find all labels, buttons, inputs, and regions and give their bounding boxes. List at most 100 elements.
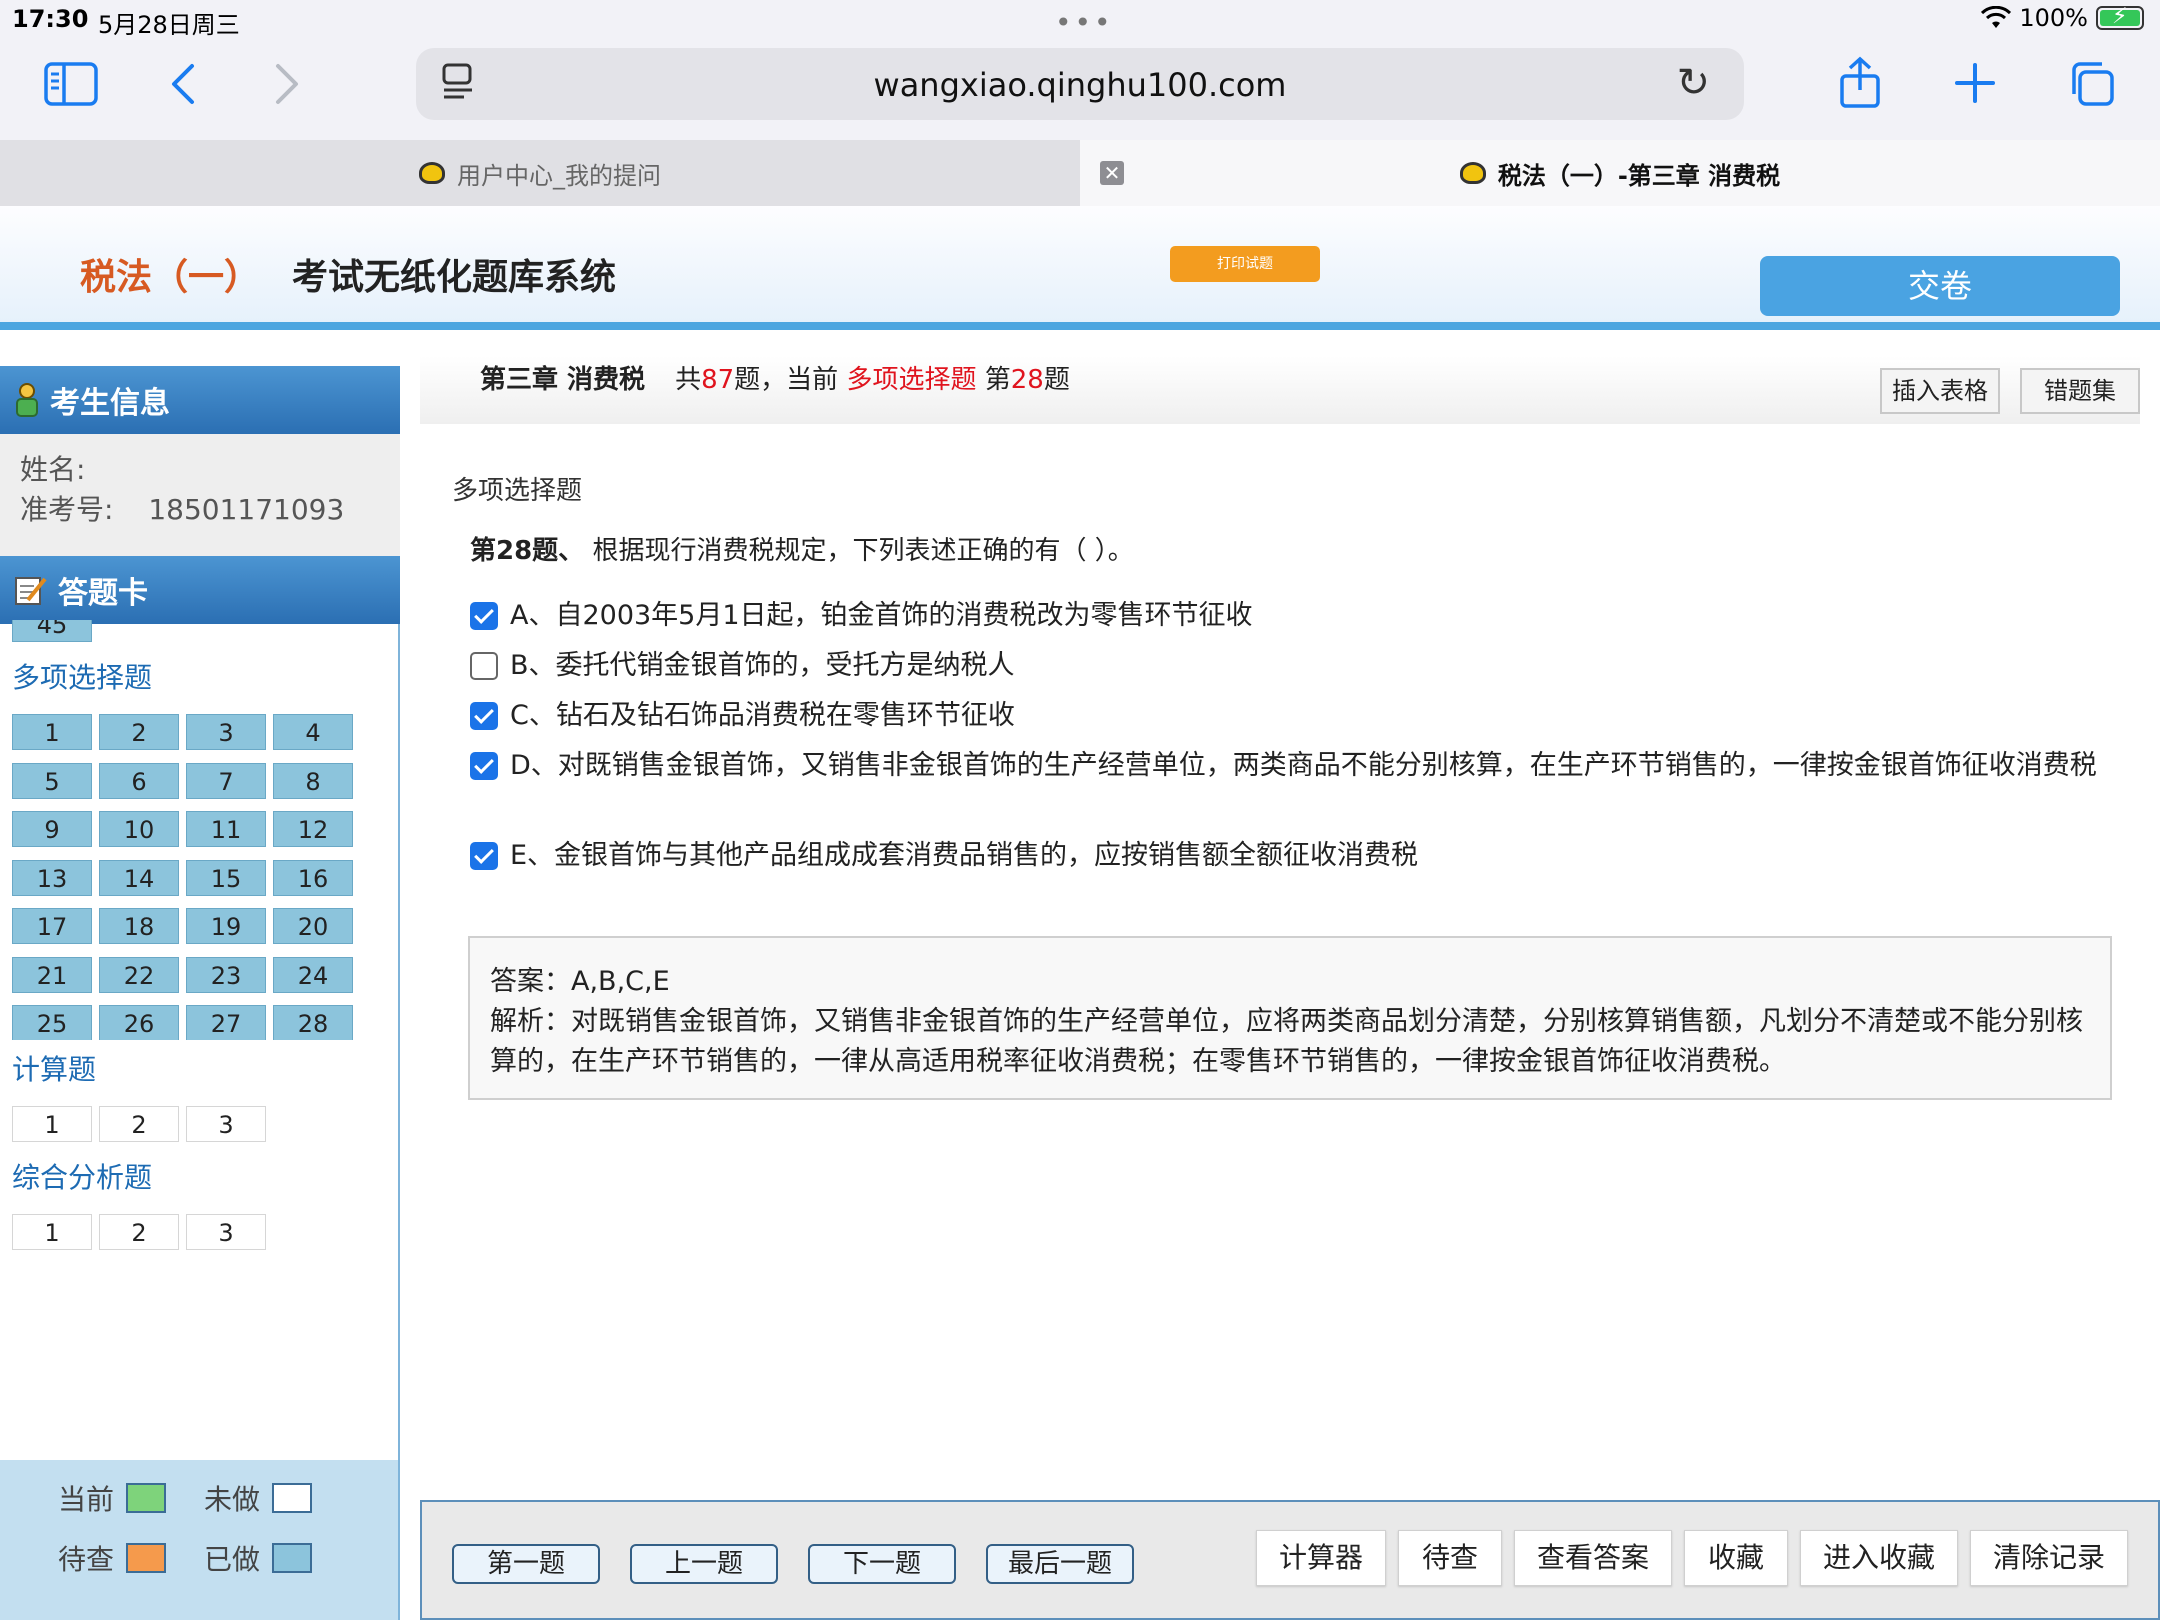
total-count: 87 [701, 365, 735, 395]
tab-user-center[interactable]: 用户中心_我的提问 [0, 140, 1080, 206]
back-icon[interactable] [168, 62, 198, 106]
last-question-button[interactable]: 最后一题 [986, 1544, 1134, 1584]
option-a[interactable]: A、自2003年5月1日起，铂金首饰的消费税改为零售环节征收 [470, 596, 2110, 636]
enter-favorites-button[interactable]: 进入收藏 [1800, 1530, 1958, 1586]
option-c-checkbox[interactable] [470, 702, 498, 730]
question-cell[interactable]: 3 [186, 1214, 266, 1250]
question-cell[interactable]: 2 [99, 714, 179, 750]
question-cell[interactable]: 23 [186, 956, 266, 993]
legend-done: 已做 [204, 1538, 313, 1578]
question-cell[interactable]: 6 [99, 762, 179, 799]
battery-icon: ⚡ [2096, 4, 2144, 30]
question-cell[interactable]: 16 [273, 859, 353, 896]
reload-icon[interactable]: ↻ [1676, 60, 1710, 106]
tab-close-icon[interactable]: ✕ [1100, 161, 1124, 185]
address-bar[interactable]: wangxiao.qinghu100.com ↻ [416, 48, 1744, 120]
next-question-button[interactable]: 下一题 [808, 1544, 956, 1584]
question-cell[interactable]: 3 [186, 714, 266, 750]
mark-pending-button[interactable]: 待查 [1398, 1530, 1502, 1586]
question-cell[interactable]: 20 [273, 908, 353, 944]
question-cell[interactable]: 14 [99, 859, 179, 896]
multitask-dots-icon[interactable]: ••• [1055, 6, 1114, 39]
question-cell[interactable]: 25 [12, 1005, 92, 1041]
sidebar-toggle-icon[interactable] [44, 62, 98, 106]
question-cell[interactable]: 24 [273, 956, 353, 993]
legend-current-label: 当前 [58, 1483, 115, 1516]
favorite-button[interactable]: 收藏 [1684, 1530, 1788, 1586]
question-cell[interactable]: 15 [186, 859, 266, 896]
wrong-set-button[interactable]: 错题集 [2020, 368, 2140, 414]
question-cell[interactable]: 1 [12, 1214, 92, 1250]
question-cell[interactable]: 9 [12, 811, 92, 847]
tab-tax-law[interactable]: 税法（一）-第三章 消费税 [1080, 140, 2160, 206]
option-c[interactable]: C、钻石及钻石饰品消费税在零售环节征收 [470, 696, 2110, 736]
share-icon[interactable] [1838, 56, 1882, 110]
option-d[interactable]: D、对既销售金银首饰，又销售非金银首饰的生产经营单位，两类商品不能分别核算，在生… [470, 746, 2110, 786]
candidate-info: 姓名: 准考号: 18501171093 [0, 434, 400, 556]
question-cell[interactable]: 1 [12, 714, 92, 750]
legend-undone-swatch [272, 1483, 313, 1513]
question-cell[interactable]: 18 [99, 908, 179, 944]
question-cell[interactable]: 10 [99, 811, 179, 847]
insert-table-button[interactable]: 插入表格 [1880, 368, 2000, 414]
question-cell[interactable]: 2 [99, 1214, 179, 1250]
option-b-checkbox[interactable] [470, 652, 498, 680]
battery-percent: 100% [2019, 4, 2088, 32]
candidate-info-title: 考生信息 [50, 386, 170, 421]
question-cell[interactable]: 8 [273, 762, 353, 799]
id-label: 准考号: [20, 493, 114, 526]
question-cell[interactable]: 2 [99, 1106, 179, 1142]
question-cell-prev-45[interactable]: 45 [12, 620, 92, 642]
question-cell[interactable]: 4 [273, 714, 353, 750]
id-row: 准考号: 18501171093 [20, 490, 380, 530]
previous-question-button[interactable]: 上一题 [630, 1544, 778, 1584]
submit-exam-button[interactable]: 交卷 [1760, 256, 2120, 316]
status-bar: 17:30 5月28日周三 ••• 100% ⚡ [0, 0, 2160, 40]
current-index: 28 [1010, 365, 1044, 395]
question-cell[interactable]: 26 [99, 1005, 179, 1041]
forward-icon[interactable] [272, 62, 302, 106]
legend-undone: 未做 [204, 1478, 313, 1518]
question-cell[interactable]: 13 [12, 859, 92, 896]
option-a-checkbox[interactable] [470, 602, 498, 630]
option-e-checkbox[interactable] [470, 842, 498, 870]
calculator-button[interactable]: 计算器 [1256, 1530, 1386, 1586]
legend-done-label: 已做 [204, 1543, 261, 1576]
question-cell[interactable]: 22 [99, 956, 179, 993]
option-b[interactable]: B、委托代销金银首饰的，受托方是纳税人 [470, 646, 2110, 686]
legend-pending-label: 待查 [58, 1543, 115, 1576]
category-multiple-choice: 多项选择题 [0, 648, 398, 708]
status-time: 17:30 [12, 5, 89, 33]
tab-title: 用户中心_我的提问 [457, 161, 661, 190]
status-date: 5月28日周三 [98, 11, 240, 39]
candidate-info-header: 考生信息 [0, 366, 400, 434]
question-cell[interactable]: 11 [186, 811, 266, 847]
tabs-overview-icon[interactable] [2068, 60, 2116, 108]
question-cell[interactable]: 7 [186, 762, 266, 799]
browser-toolbar: wangxiao.qinghu100.com ↻ [0, 40, 2160, 140]
question-cell[interactable]: 28 [273, 1005, 353, 1041]
question-cell[interactable]: 1 [12, 1106, 92, 1142]
user-icon [16, 383, 38, 417]
question-cell[interactable]: 19 [186, 908, 266, 944]
question-cell[interactable]: 21 [12, 956, 92, 993]
option-a-text: A、自2003年5月1日起，铂金首饰的消费税改为零售环节征收 [510, 600, 1253, 631]
option-e[interactable]: E、金银首饰与其他产品组成成套消费品销售的，应按销售额全额征收消费税 [470, 836, 2110, 876]
first-question-button[interactable]: 第一题 [452, 1544, 600, 1584]
print-button[interactable]: 打印试题 [1170, 246, 1320, 282]
legend-pending-swatch [126, 1543, 167, 1573]
option-c-text: C、钻石及钻石饰品消费税在零售环节征收 [510, 700, 1015, 731]
analysis-text: 解析：对既销售金银首饰，又销售非金银首饰的生产经营单位，应将两类商品划分清楚，分… [490, 1006, 2083, 1077]
id-value: 18501171093 [148, 493, 345, 526]
new-tab-icon[interactable] [1954, 62, 1996, 104]
option-d-checkbox[interactable] [470, 752, 498, 780]
name-label: 姓名: [20, 453, 86, 486]
question-cell[interactable]: 3 [186, 1106, 266, 1142]
question-cell[interactable]: 5 [12, 762, 92, 799]
category-calculation: 计算题 [0, 1040, 398, 1100]
question-cell[interactable]: 17 [12, 908, 92, 944]
view-answer-button[interactable]: 查看答案 [1514, 1530, 1672, 1586]
clear-records-button[interactable]: 清除记录 [1970, 1530, 2128, 1586]
question-cell[interactable]: 12 [273, 811, 353, 847]
question-cell[interactable]: 27 [186, 1005, 266, 1041]
